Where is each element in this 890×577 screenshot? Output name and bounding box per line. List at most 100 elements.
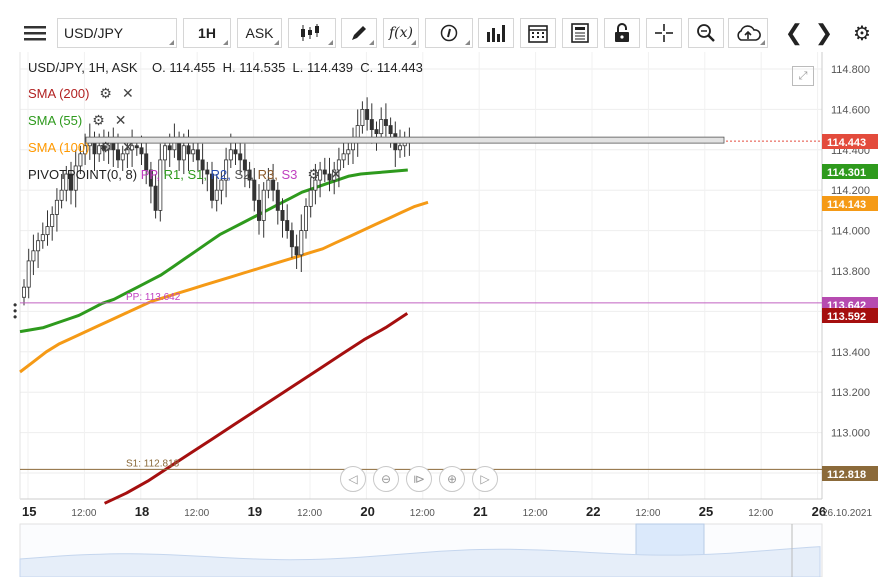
price-tick-label: 114.600 bbox=[831, 104, 870, 116]
candle-body bbox=[289, 230, 294, 248]
candle-body bbox=[365, 109, 370, 120]
candle-body bbox=[379, 119, 384, 135]
indicators-button[interactable]: f(x) bbox=[383, 18, 419, 48]
zoom-out-button[interactable]: ⊖ bbox=[373, 466, 399, 492]
price-tag-label: 113.592 bbox=[827, 311, 866, 323]
calendar-button[interactable] bbox=[520, 18, 556, 48]
candle-body bbox=[388, 125, 393, 135]
info-button[interactable] bbox=[425, 18, 473, 48]
candle-body bbox=[31, 250, 36, 262]
price-tick-label: 113.400 bbox=[831, 347, 870, 359]
pivot-r2: R2, bbox=[210, 167, 231, 182]
gear-icon[interactable]: ⚙ bbox=[99, 80, 112, 107]
gear-icon[interactable]: ⚙ bbox=[92, 107, 105, 134]
dropdown-caret-icon bbox=[223, 40, 228, 45]
time-tick-label: 12:00 bbox=[71, 508, 96, 519]
dropdown-caret-icon bbox=[274, 40, 279, 45]
price-tag-label: 114.301 bbox=[827, 167, 866, 179]
pivot-r3: R3, bbox=[257, 167, 278, 182]
lock-icon bbox=[615, 23, 629, 42]
gear-icon[interactable]: ⚙ bbox=[99, 134, 112, 161]
dropdown-caret-icon bbox=[369, 40, 374, 45]
indicator-row: PIVOTPOINT(0, 8) PP, R1, S1, R2, S2, R3,… bbox=[28, 161, 342, 188]
pivot-s3: S3 bbox=[281, 167, 298, 182]
candle-body bbox=[397, 145, 402, 151]
symbol-selector[interactable]: USD/JPY bbox=[57, 18, 177, 48]
time-tick-label: 21 bbox=[473, 504, 487, 519]
previous-button[interactable]: ❮ bbox=[780, 18, 808, 48]
candle-body bbox=[256, 199, 261, 221]
pivot-pp-label: PP: 113.642 bbox=[126, 292, 181, 303]
news-button[interactable] bbox=[562, 18, 598, 48]
candle-body bbox=[153, 185, 158, 211]
scroll-left-button[interactable]: ◁ bbox=[340, 466, 366, 492]
candle-body bbox=[299, 230, 304, 256]
navigator-panel[interactable] bbox=[19, 523, 823, 577]
price-axis[interactable]: 114.800114.600114.400114.200114.000113.8… bbox=[831, 64, 870, 480]
time-tick-label: 19 bbox=[248, 504, 262, 519]
crosshair-button[interactable] bbox=[646, 18, 682, 48]
time-tick-label: 15 bbox=[22, 504, 36, 519]
price-side-selector[interactable]: ASK bbox=[237, 18, 282, 48]
calendar-icon bbox=[528, 25, 548, 43]
hamburger-icon bbox=[24, 26, 46, 41]
indicator-label: PIVOTPOINT(0, 8) bbox=[28, 167, 138, 182]
indicator-label: SMA (100) bbox=[28, 140, 90, 155]
close-icon[interactable]: ✕ bbox=[330, 161, 342, 188]
dropdown-caret-icon bbox=[411, 40, 416, 45]
chart-navigation-controls: ◁ ⊖ ⧐ ⊕ ▷ bbox=[340, 466, 498, 492]
reset-zoom-button[interactable]: ⧐ bbox=[406, 466, 432, 492]
candle-body bbox=[341, 153, 346, 161]
time-tick-label: 18 bbox=[135, 504, 149, 519]
drag-handle-icon[interactable]: • • • bbox=[13, 299, 17, 323]
dropdown-caret-icon bbox=[760, 40, 765, 45]
info-icon bbox=[440, 24, 458, 42]
gear-icon[interactable]: ⚙ bbox=[307, 161, 320, 188]
candle-body bbox=[280, 209, 285, 221]
magnifier-icon bbox=[697, 24, 715, 42]
timeframe-selector[interactable]: 1H bbox=[183, 18, 231, 48]
dropdown-caret-icon bbox=[169, 40, 174, 45]
candle-body bbox=[50, 214, 55, 227]
next-button[interactable]: ❯ bbox=[810, 18, 838, 48]
zoom-button[interactable] bbox=[688, 18, 724, 48]
close-icon[interactable]: ✕ bbox=[122, 80, 134, 107]
candle-body bbox=[214, 189, 219, 201]
drawing-tools-button[interactable] bbox=[341, 18, 377, 48]
candle-body bbox=[294, 246, 299, 256]
symbol-label: USD/JPY bbox=[64, 25, 124, 41]
candle-body bbox=[21, 286, 26, 298]
indicator-legend: SMA (200) ⚙ ✕ SMA (55) ⚙ ✕ SMA (100) ⚙ ✕ PI… bbox=[28, 60, 342, 188]
candlestick-icon bbox=[301, 24, 319, 41]
price-tag-label: 114.443 bbox=[827, 137, 866, 149]
indicator-row: SMA (100) ⚙ ✕ bbox=[28, 134, 342, 161]
close-value: C. 114.443 bbox=[360, 60, 423, 75]
price-tick-label: 114.200 bbox=[831, 185, 870, 197]
candle-body bbox=[308, 189, 313, 207]
menu-button[interactable] bbox=[18, 18, 52, 48]
volume-button[interactable] bbox=[478, 18, 514, 48]
pencil-icon bbox=[352, 26, 366, 40]
time-axis[interactable]: 15 12:00 18 12:00 19 12:00 20 12:00 21 12:00 22 12:… bbox=[22, 504, 872, 519]
candle-body bbox=[369, 119, 374, 130]
scroll-right-button[interactable]: ▷ bbox=[472, 466, 498, 492]
pivot-s1-label: S1: 112.818 bbox=[126, 458, 180, 469]
chart-type-button[interactable] bbox=[288, 18, 336, 48]
chevron-right-icon: ❯ bbox=[814, 20, 834, 45]
close-icon[interactable]: ✕ bbox=[122, 134, 134, 161]
candle-body bbox=[26, 260, 31, 288]
gear-icon: ⚙ bbox=[853, 22, 871, 45]
candle-body bbox=[275, 189, 280, 211]
time-tick-label: 12:00 bbox=[410, 508, 435, 519]
settings-button[interactable]: ⚙ bbox=[848, 18, 876, 48]
candle-body bbox=[45, 226, 50, 236]
timeframe-label: 1H bbox=[198, 25, 216, 41]
lock-button[interactable] bbox=[604, 18, 640, 48]
zoom-in-button[interactable]: ⊕ bbox=[439, 466, 465, 492]
expand-icon[interactable]: ⤢ bbox=[792, 66, 814, 86]
close-icon[interactable]: ✕ bbox=[115, 107, 127, 134]
candle-body bbox=[54, 199, 59, 215]
candle-body bbox=[360, 109, 365, 126]
pivot-s1: S1, bbox=[187, 167, 207, 182]
cloud-save-button[interactable] bbox=[728, 18, 768, 48]
